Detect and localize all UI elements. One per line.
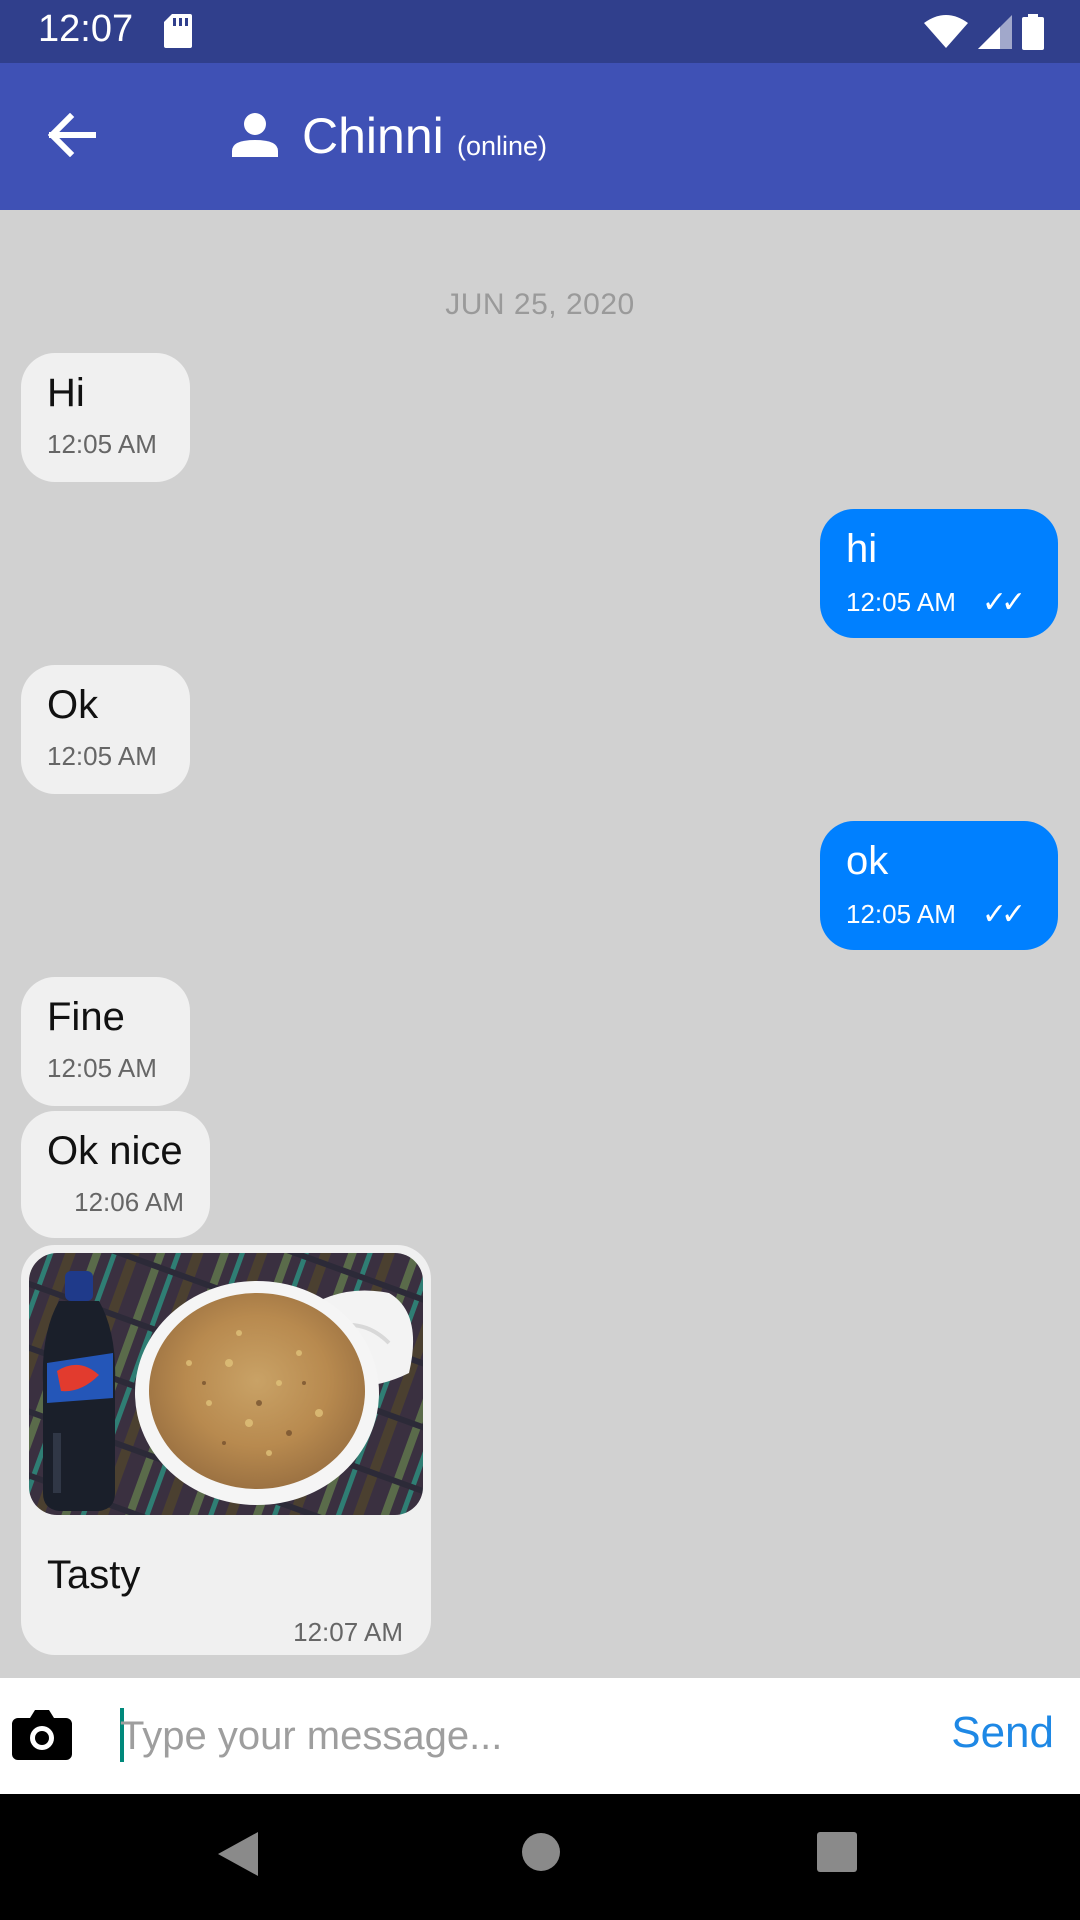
- message-text: ok: [846, 839, 889, 883]
- message-text: Ok nice: [47, 1129, 183, 1173]
- send-button[interactable]: Send: [951, 1708, 1054, 1758]
- person-icon: [232, 113, 278, 162]
- camera-icon: [12, 1710, 72, 1764]
- food-photo[interactable]: [29, 1253, 423, 1515]
- message-text: Fine: [47, 995, 125, 1039]
- wifi-icon: [924, 15, 968, 54]
- recents-square-icon[interactable]: [817, 1832, 857, 1877]
- read-receipt-icon: ✓✓: [981, 586, 1026, 619]
- message-time: 12:05 AM: [47, 429, 157, 459]
- message-bubble-outgoing[interactable]: ok 12:05 AM ✓✓: [820, 821, 1058, 950]
- home-circle-icon[interactable]: [521, 1832, 561, 1877]
- message-time: 12:07 AM: [293, 1617, 403, 1647]
- message-bubble-incoming[interactable]: Ok nice 12:06 AM: [21, 1111, 210, 1238]
- message-text: Hi: [47, 371, 85, 415]
- app-bar: Chinni (online): [0, 63, 1080, 210]
- back-triangle-icon[interactable]: [218, 1832, 258, 1881]
- signal-icon: [978, 15, 1012, 54]
- message-time: 12:05 AM: [47, 741, 157, 771]
- contact-name: Chinni: [302, 108, 444, 164]
- read-receipt-icon: ✓✓: [981, 898, 1026, 931]
- image-caption: Tasty: [47, 1553, 141, 1597]
- back-button[interactable]: [42, 109, 102, 165]
- contact-status: (online): [457, 131, 548, 161]
- message-bubble-incoming[interactable]: Hi 12:05 AM: [21, 353, 190, 482]
- message-input[interactable]: [120, 1700, 920, 1772]
- sd-card-icon: [164, 14, 192, 53]
- battery-icon: [1022, 14, 1044, 55]
- message-bubble-outgoing[interactable]: hi 12:05 AM ✓✓: [820, 509, 1058, 638]
- camera-button[interactable]: [12, 1708, 72, 1764]
- message-composer: Send: [0, 1678, 1080, 1794]
- message-bubble-incoming[interactable]: Ok 12:05 AM: [21, 665, 190, 794]
- image-message-bubble[interactable]: Tasty 12:07 AM: [21, 1245, 431, 1655]
- message-time: 12:05 AM: [846, 899, 956, 929]
- status-bar: 12:07: [0, 0, 1080, 63]
- date-separator: JUN 25, 2020: [445, 288, 635, 321]
- status-time: 12:07: [38, 8, 134, 50]
- message-time: 12:05 AM: [846, 587, 956, 617]
- status-icons: [924, 14, 1044, 55]
- message-bubble-incoming[interactable]: Fine 12:05 AM: [21, 977, 190, 1106]
- message-time: 12:06 AM: [74, 1187, 184, 1217]
- message-time: 12:05 AM: [47, 1053, 157, 1083]
- arrow-back-icon: [47, 112, 97, 162]
- message-text: hi: [846, 527, 878, 571]
- message-text: Ok: [47, 683, 99, 727]
- system-nav-bar: [0, 1794, 1080, 1920]
- chat-area[interactable]: JUN 25, 2020 Hi 12:05 AM hi 12:05 AM ✓✓ …: [0, 210, 1080, 1678]
